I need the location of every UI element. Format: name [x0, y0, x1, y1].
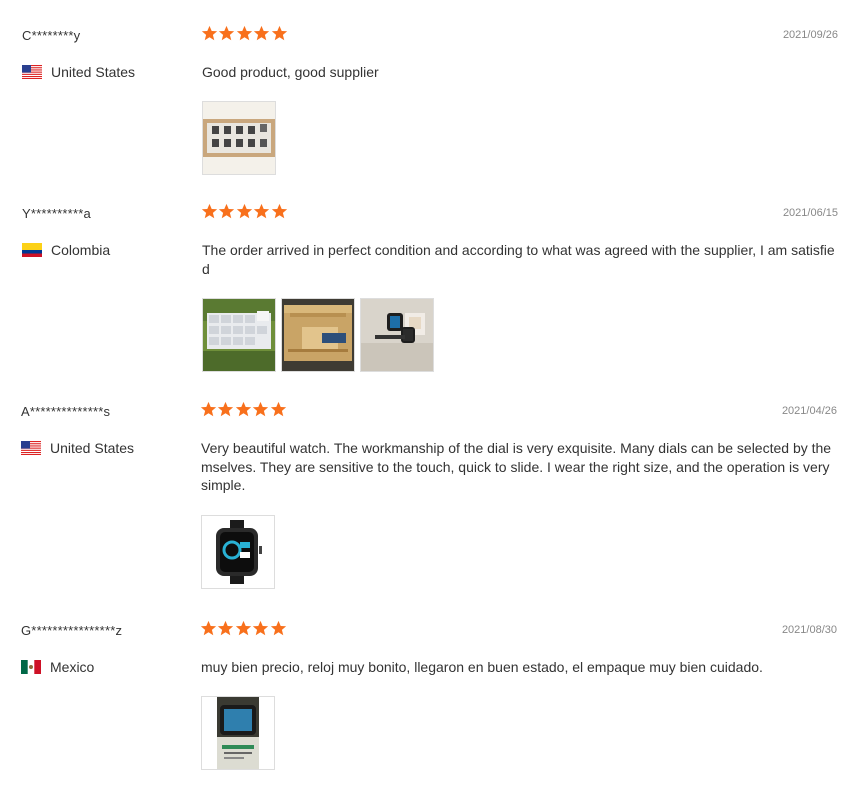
country-label: United States — [51, 64, 136, 80]
reviewer-name: G****************z — [21, 623, 123, 638]
star-icon — [271, 25, 287, 41]
rating-stars — [200, 620, 287, 637]
star-icon — [254, 25, 270, 41]
star-icon — [200, 620, 217, 636]
star-icon — [253, 401, 269, 417]
review-date: 2021/06/15 — [782, 207, 838, 219]
review-photo-thumbnail[interactable] — [202, 101, 276, 175]
review-photo-thumbnail[interactable] — [202, 298, 276, 372]
rating-stars — [200, 401, 287, 418]
reviewer-country: Colombia — [22, 241, 110, 259]
star-icon — [201, 25, 218, 41]
reviewer-country: United States — [22, 63, 135, 81]
review-photo-thumbnail[interactable] — [201, 515, 275, 589]
star-icon — [219, 25, 235, 41]
review-text: Good product, good supplier — [202, 64, 379, 80]
rating-stars — [201, 203, 288, 220]
star-icon — [236, 203, 252, 219]
star-icon — [218, 401, 234, 417]
star-icon — [200, 401, 217, 417]
star-icon — [235, 401, 251, 417]
country-label: Mexico — [50, 659, 95, 675]
star-icon — [270, 401, 286, 417]
country-label: Colombia — [51, 242, 111, 258]
reviewer-name: C********y — [22, 28, 81, 43]
star-icon — [201, 203, 218, 219]
us-flag-icon — [21, 441, 41, 455]
review-photos — [202, 298, 439, 372]
star-icon — [235, 620, 251, 636]
star-icon — [219, 203, 235, 219]
us-flag-icon — [22, 65, 42, 79]
reviewer-name: A**************s — [21, 404, 111, 419]
review-photos — [202, 101, 281, 175]
review-date: 2021/09/26 — [782, 29, 838, 41]
star-icon — [218, 620, 234, 636]
rating-stars — [201, 25, 288, 42]
review-photo-thumbnail[interactable] — [281, 298, 355, 372]
reviewer-name: Y**********a — [22, 206, 91, 221]
reviewer-country: Mexico — [21, 658, 94, 676]
reviewer-country: United States — [21, 439, 134, 457]
colombia-flag-icon — [22, 243, 42, 257]
mexico-flag-icon — [21, 660, 41, 674]
star-icon — [271, 203, 287, 219]
review-photo-thumbnail[interactable] — [360, 298, 434, 372]
review-text: Very beautiful watch. The workmanship of… — [201, 440, 832, 493]
star-icon — [253, 620, 269, 636]
review-photo-thumbnail[interactable] — [201, 696, 275, 770]
review-photos — [201, 696, 280, 770]
review-date: 2021/04/26 — [781, 405, 837, 417]
star-icon — [270, 620, 286, 636]
country-label: United States — [50, 440, 135, 456]
review-text: muy bien precio, reloj muy bonito, llega… — [201, 659, 763, 675]
review-date: 2021/08/30 — [781, 624, 837, 636]
review-photos — [201, 515, 280, 589]
star-icon — [254, 203, 270, 219]
star-icon — [236, 25, 252, 41]
review-text: The order arrived in perfect condition a… — [202, 242, 835, 277]
